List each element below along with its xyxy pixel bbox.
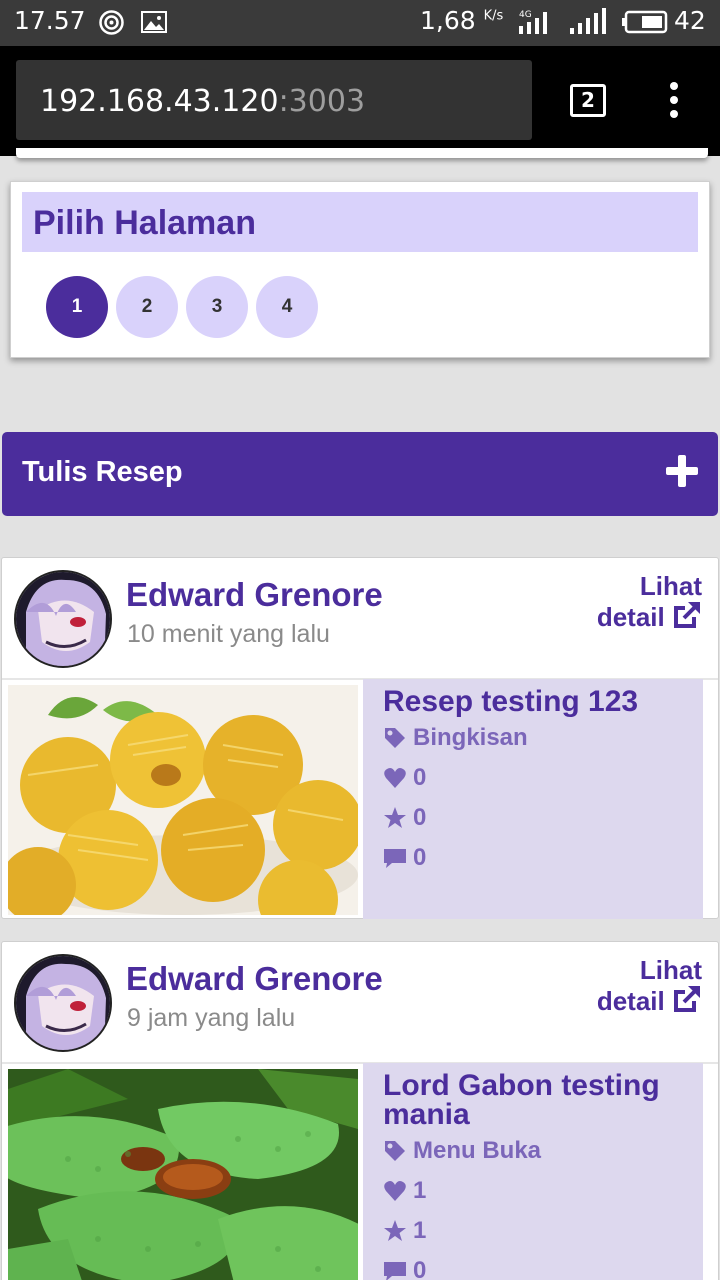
tag-icon — [385, 1141, 405, 1161]
recipe-photo[interactable] — [8, 685, 358, 915]
tab-switcher-button[interactable]: 2 — [570, 84, 606, 117]
author-name[interactable]: Edward Grenore — [126, 576, 383, 614]
recipe-title[interactable]: Resep testing 123 — [383, 687, 703, 717]
image-notification-icon — [141, 11, 167, 33]
status-time: 17.57 — [14, 6, 86, 35]
signal-icon — [570, 8, 606, 34]
comment-icon — [384, 849, 406, 868]
tag-icon — [385, 728, 405, 748]
pagination-card: Pilih Halaman 1 2 3 4 — [10, 181, 710, 358]
page-button-2[interactable]: 2 — [116, 276, 178, 338]
recipe-photo[interactable] — [8, 1069, 358, 1280]
browser-menu-icon[interactable] — [664, 82, 684, 122]
page-button-1[interactable]: 1 — [46, 276, 108, 338]
recipe-info: Resep testing 123 Bingkisan 0 0 0 — [363, 679, 703, 919]
hotspot-icon — [99, 10, 124, 35]
likes-count[interactable]: 1 — [383, 1177, 703, 1205]
author-name[interactable]: Edward Grenore — [126, 960, 383, 998]
recipe-card: Edward Grenore 9 jam yang lalu Lihat det… — [1, 941, 719, 1280]
comment-icon — [384, 1262, 406, 1280]
url-text: 192.168.43.120:3003 — [40, 84, 366, 119]
pagination-title: Pilih Halaman — [22, 192, 698, 252]
post-time: 9 jam yang lalu — [127, 1004, 296, 1032]
likes-count[interactable]: 0 — [383, 764, 703, 792]
external-link-icon — [674, 602, 700, 628]
view-detail-link[interactable]: Lihat detail — [582, 572, 702, 631]
recipe-title[interactable]: Lord Gabon testing mania — [383, 1071, 703, 1130]
rating-count[interactable]: 1 — [383, 1217, 703, 1245]
address-bar[interactable]: 192.168.43.120:3003 — [16, 60, 532, 140]
heart-icon — [384, 1181, 406, 1201]
recipe-category[interactable]: Menu Buka — [383, 1137, 703, 1165]
write-recipe-label: Tulis Resep — [22, 456, 183, 488]
star-icon — [384, 1220, 406, 1241]
plus-icon — [666, 455, 698, 487]
svg-text:4G: 4G — [519, 10, 532, 20]
network-speed: 1,68 K/s — [420, 6, 504, 35]
avatar[interactable] — [14, 570, 112, 668]
page-button-3[interactable]: 3 — [186, 276, 248, 338]
post-time: 10 menit yang lalu — [127, 620, 330, 648]
star-icon — [384, 807, 406, 828]
page-header-edge — [16, 148, 708, 158]
heart-icon — [384, 768, 406, 788]
recipe-card: Edward Grenore 10 menit yang lalu Lihat … — [1, 557, 719, 919]
view-detail-link[interactable]: Lihat detail — [582, 956, 702, 1015]
write-recipe-button[interactable]: Tulis Resep — [2, 432, 718, 516]
status-bar: 17.57 1,68 K/s 4G 42 — [0, 0, 720, 46]
external-link-icon — [674, 986, 700, 1012]
recipe-info: Lord Gabon testing mania Menu Buka 1 1 0 — [363, 1063, 703, 1280]
page-button-4[interactable]: 4 — [256, 276, 318, 338]
comments-count[interactable]: 0 — [383, 1257, 703, 1280]
battery-level: 42 — [674, 6, 706, 35]
recipe-category[interactable]: Bingkisan — [383, 724, 703, 752]
comments-count[interactable]: 0 — [383, 844, 703, 872]
avatar[interactable] — [14, 954, 112, 1052]
pagination: 1 2 3 4 — [46, 276, 318, 338]
battery-icon — [622, 10, 668, 34]
browser-toolbar: 192.168.43.120:3003 2 — [0, 46, 720, 156]
signal-4g-icon: 4G — [519, 10, 547, 34]
rating-count[interactable]: 0 — [383, 804, 703, 832]
